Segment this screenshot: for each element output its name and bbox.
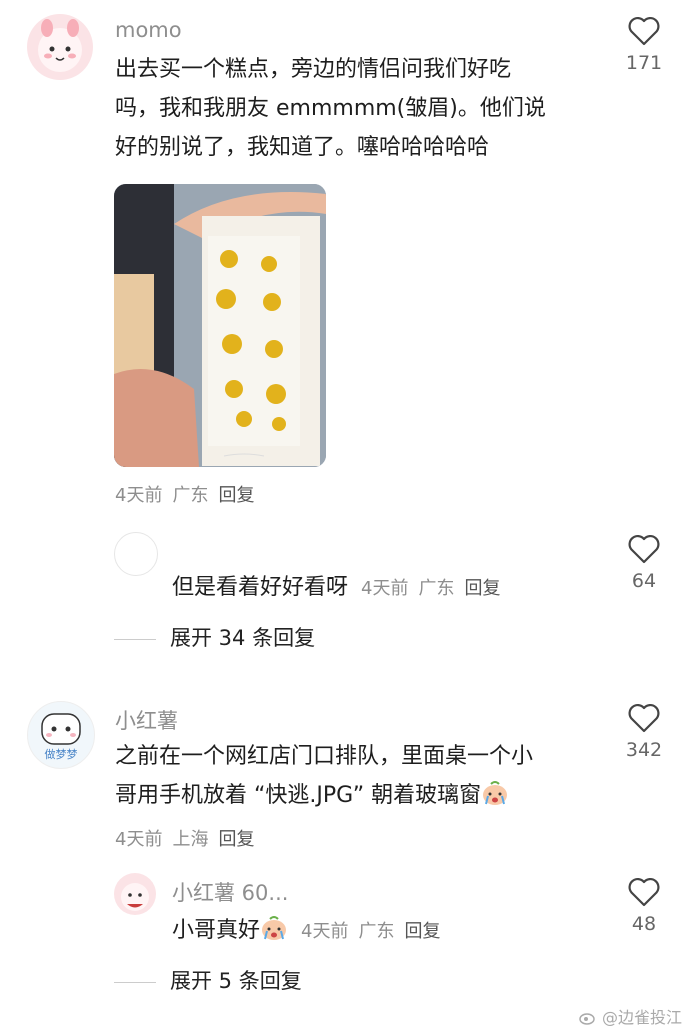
comment-location: 广东 (418, 578, 455, 599)
avatar-caption: 做梦梦 (44, 748, 78, 761)
watermark-text: @边雀投江 (601, 1008, 682, 1027)
cake-photo-icon (114, 184, 326, 467)
comment-text-line: 哥用手机放着 “快逃.JPG” 朝着玻璃窗 (115, 776, 595, 815)
crying-face-emoji-icon (262, 916, 287, 940)
comment-text: 出去买一个糕点，旁边的情侣问我们好吃 吗，我和我朋友 emmmmm(皱眉)。他们… (115, 50, 585, 167)
comment-image[interactable] (114, 184, 326, 467)
heart-icon (628, 877, 660, 907)
comment-meta: 4天前 广东 回复 (115, 481, 264, 507)
comment-username[interactable]: momo (115, 18, 182, 42)
divider (114, 638, 156, 640)
heart-icon (628, 16, 660, 46)
comment-text: 但是看着好好看呀 (172, 575, 349, 600)
like-button[interactable]: 64 (614, 534, 674, 592)
like-button[interactable]: 48 (614, 877, 674, 935)
comment-text: 之前在一个网红店门口排队，里面桌一个小 哥用手机放着 “快逃.JPG” 朝着玻璃… (115, 737, 595, 815)
divider (114, 981, 156, 983)
like-count: 342 (625, 739, 663, 761)
reply-link[interactable]: 回复 (218, 485, 254, 506)
like-button[interactable]: 342 (614, 703, 674, 761)
comment-location: 广东 (358, 921, 395, 942)
like-count: 171 (625, 52, 663, 74)
expand-label: 展开 34 条回复 (170, 626, 316, 650)
comment-time: 4天前 (301, 921, 349, 942)
comment-text-line: 出去买一个糕点，旁边的情侣问我们好吃 (115, 57, 512, 82)
comment-username[interactable]: 小红薯 (115, 705, 178, 735)
comment-time: 4天前 (361, 578, 409, 599)
heart-icon (628, 534, 660, 564)
expand-replies-button[interactable]: 展开 34 条回复 (114, 622, 315, 652)
comment-text-fragment: 哥用手机放着 “快逃.JPG” 朝着玻璃窗 (115, 783, 482, 808)
expand-replies-button[interactable]: 展开 5 条回复 (114, 965, 302, 995)
comment-location: 上海 (172, 829, 209, 850)
comment-text-line: 好的别说了，我知道了。噻哈哈哈哈哈 (115, 135, 490, 160)
weibo-logo-icon (579, 1013, 595, 1025)
comment-text: 小哥真好 (172, 918, 261, 943)
comment-text-line: 吗，我和我朋友 emmmmm(皱眉)。他们说 (115, 96, 546, 121)
comment-text-line: 之前在一个网红店门口排队，里面桌一个小 (115, 744, 534, 769)
comment-location: 广东 (172, 485, 209, 506)
like-count: 48 (631, 913, 657, 935)
comment-row: 但是看着好好看呀 4天前 广东 回复 (172, 568, 510, 608)
avatar[interactable] (27, 14, 93, 80)
heart-icon (628, 703, 660, 733)
reply-link[interactable]: 回复 (464, 578, 500, 599)
reply-link[interactable]: 回复 (404, 921, 440, 942)
avatar[interactable] (114, 873, 156, 915)
comment-row: 小哥真好 4天前 广东 回复 (172, 911, 450, 951)
crying-face-emoji-icon (483, 781, 508, 805)
reply-link[interactable]: 回复 (218, 829, 254, 850)
comment-time: 4天前 (115, 485, 163, 506)
like-button[interactable]: 171 (614, 16, 674, 74)
watermark: @边雀投江 (579, 1004, 682, 1028)
pink-character-avatar-icon (121, 883, 149, 911)
avatar[interactable] (114, 532, 158, 576)
comment-username[interactable]: 小红薯 60... (172, 877, 288, 907)
avatar[interactable]: 做梦梦 (27, 701, 95, 769)
comment-meta: 4天前 上海 回复 (115, 825, 264, 851)
pink-bunny-avatar-icon (38, 19, 82, 72)
expand-label: 展开 5 条回复 (170, 969, 302, 993)
like-count: 64 (631, 570, 657, 592)
comment-time: 4天前 (115, 829, 163, 850)
